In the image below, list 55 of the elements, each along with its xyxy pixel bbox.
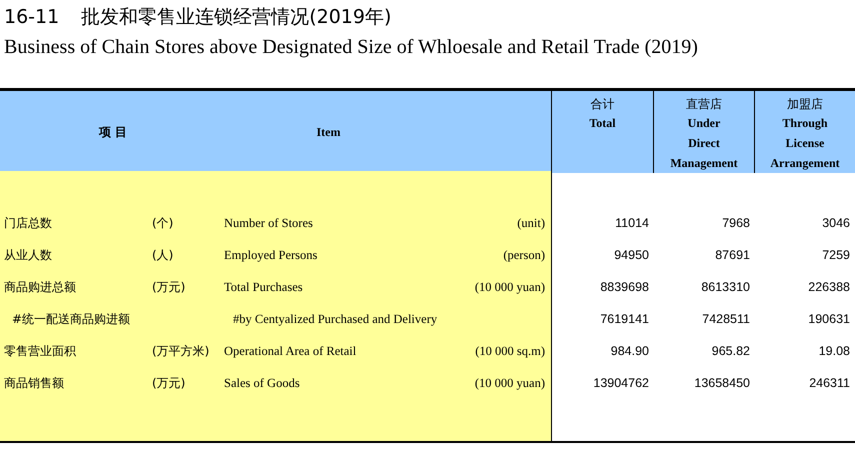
unit-label: (unit) [517,216,545,230]
table-cell-text: 87691 [715,247,750,264]
unit-label: (10 000 yuan) [474,376,545,390]
unit-label: (person) [503,248,545,262]
row-label: 从业人数 [4,246,53,264]
column-header: Through [782,115,828,132]
table-number: 16-11 [4,6,60,28]
table-cell-text: 226388 [808,279,850,296]
row-label: 商品销售额 [4,374,65,392]
table-cell-text: 11014 [615,215,649,232]
table-cell-text: 246311 [809,375,850,392]
column-header: Management [670,155,738,172]
column-header: Total [589,115,616,132]
table-cell-text: 8613310 [701,279,750,296]
table-cell-text: 7619141 [600,311,649,328]
column-header: Item [316,124,342,140]
row-label: Employed Persons [224,248,318,262]
row-label: 商品购进总额 [4,278,77,296]
column-header: 合计 [590,96,614,113]
unit-label: (万元) [152,278,186,296]
row-label: 门店总数 [4,214,53,232]
column-header: Direct [688,135,720,152]
table-cell-text: 190631 [808,311,850,328]
table-cell-text: 13658450 [694,375,750,392]
row-label: Total Purchases [224,280,304,294]
table-subtitle: Business of Chain Stores above Designated Size of Whloesale and Retail Trade (2019) [4,36,698,58]
table-cell-text: 94950 [614,247,649,264]
column-header: 项 目 [98,124,128,140]
unit-label: (人) [152,246,174,264]
unit-label: (万平方米) [152,342,210,360]
table-cell-text: 7968 [722,215,750,232]
unit-label: (10 000 yuan) [474,280,545,294]
table-cell-text: 984.90 [610,343,649,360]
column-header: License [786,135,824,152]
table-title: 批发和零售业连锁经营情况(2019年) [81,5,392,30]
table-cell-text: 19.08 [818,343,850,360]
table-cell-text: 3046 [822,215,850,232]
row-label: 零售营业面积 [4,342,77,360]
column-header: 直营店 [686,96,722,113]
column-header: Arrangement [770,155,840,172]
row-label: #by Centyalized Purchased and Delivery [232,312,438,326]
unit-label: (10 000 sq.m) [475,344,545,358]
row-label: #统一配送商品购进额 [11,310,132,328]
table-cell-text: 965.82 [712,343,750,360]
table-cell-text: 7428511 [702,311,750,328]
unit-label: (个) [152,214,174,232]
table-cell-text: 7259 [822,247,850,264]
row-label: Number of Stores [224,216,314,230]
table-cell-text: 8839698 [600,279,649,296]
unit-label: (万元) [152,374,186,392]
column-header: Under [688,115,720,132]
row-label: Operational Area of Retail [224,344,358,358]
column-header: 加盟店 [787,96,823,113]
row-label: Sales of Goods [224,376,301,390]
table-cell-text: 13904762 [593,375,649,392]
